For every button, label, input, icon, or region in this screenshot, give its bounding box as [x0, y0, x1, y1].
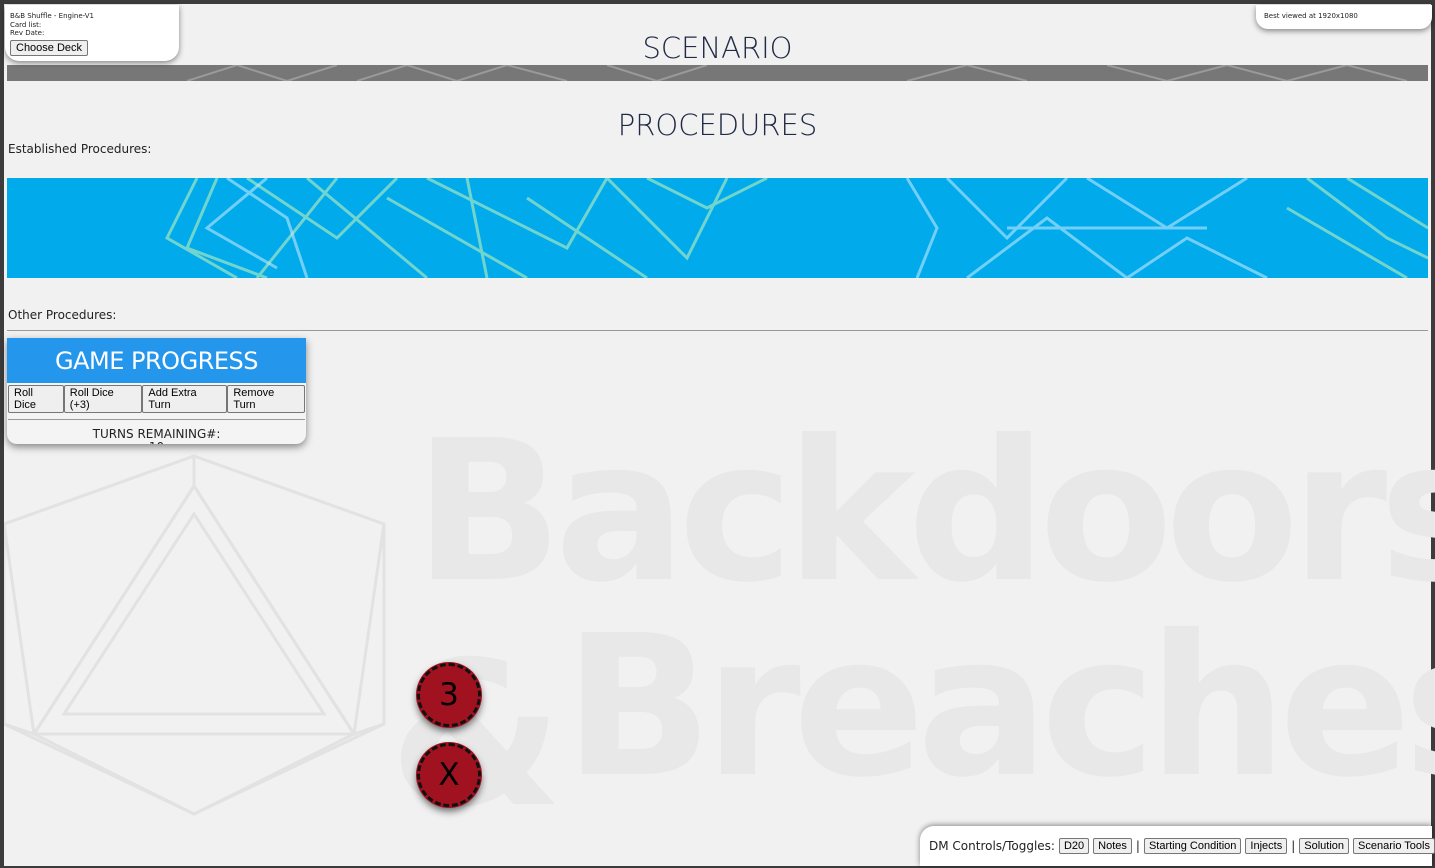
remove-turn-button[interactable]: Remove Turn	[227, 385, 306, 413]
solution-button[interactable]: Solution	[1299, 838, 1350, 854]
watermark-line2: Breaches	[564, 593, 1435, 820]
scenario-title: SCENARIO	[642, 31, 793, 65]
starting-condition-button[interactable]: Starting Condition	[1143, 838, 1242, 854]
injects-button[interactable]: Injects	[1245, 838, 1288, 854]
established-procedures-banner	[7, 178, 1428, 278]
scenario-banner	[7, 65, 1428, 81]
add-extra-turn-button[interactable]: Add Extra Turn	[142, 385, 228, 413]
roll-dice-button[interactable]: Roll Dice	[8, 385, 64, 413]
rev-date-label: Rev Date:	[10, 29, 45, 37]
procedures-title: PROCEDURES	[617, 108, 818, 142]
separator: |	[1135, 839, 1140, 853]
dm-controls-bar: DM Controls/Toggles: D20 Notes | Startin…	[920, 826, 1435, 866]
deck-info-panel: B&B Shuffle - Engine-V1 Card list: Rev D…	[5, 5, 179, 61]
procedures-divider	[7, 330, 1428, 331]
notes-button[interactable]: Notes	[1093, 838, 1132, 854]
roll-dice-plus3-button[interactable]: Roll Dice (+3)	[63, 385, 143, 413]
d20-watermark-icon	[4, 454, 386, 816]
game-progress-title: GAME PROGRESS	[7, 338, 306, 383]
app-name: B&B Shuffle - Engine-V1	[10, 12, 95, 20]
card-list-label: Card list:	[10, 20, 42, 29]
dm-controls-label: DM Controls/Toggles:	[929, 839, 1055, 853]
turns-remaining-value: 10	[7, 441, 306, 445]
backdoors-breaches-watermark: Backdoors & Breaches	[4, 404, 1435, 852]
game-progress-panel: GAME PROGRESS Roll Dice Roll Dice (+3) A…	[7, 338, 306, 444]
watermark-line1: Backdoors	[414, 404, 1435, 625]
watermark-ampersand: &	[389, 619, 563, 852]
separator: |	[1291, 839, 1296, 853]
dice-result-token[interactable]: 3	[417, 663, 481, 727]
choose-deck-button[interactable]: Choose Deck	[10, 39, 89, 56]
other-procedures-label: Other Procedures:	[8, 308, 117, 322]
close-token[interactable]: X	[417, 743, 481, 807]
d20-button[interactable]: D20	[1058, 838, 1090, 854]
scenario-tools-button[interactable]: Scenario Tools	[1353, 838, 1435, 854]
established-procedures-label: Established Procedures:	[8, 142, 152, 156]
geometric-pattern-icon	[165, 178, 1428, 278]
progress-divider	[8, 419, 305, 420]
best-viewed-notice: Best viewed at 1920x1080	[1256, 5, 1432, 29]
